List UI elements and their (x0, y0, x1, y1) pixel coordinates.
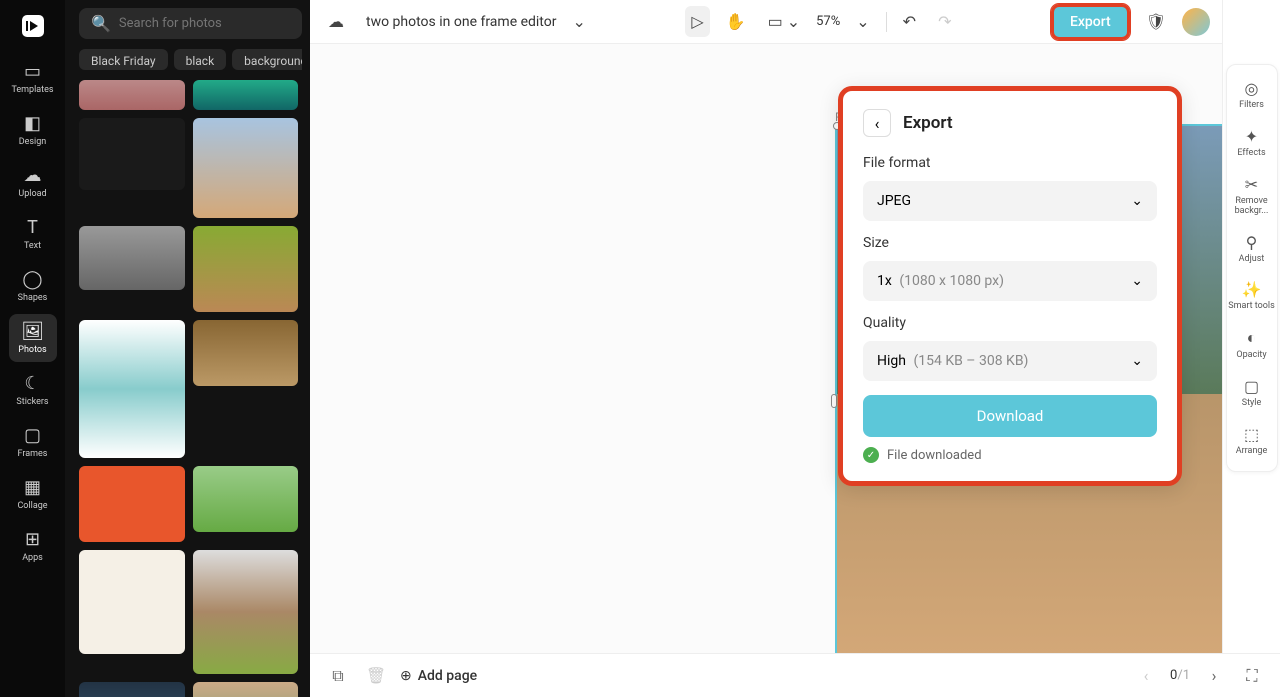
nav-apps[interactable]: ⊞Apps (9, 522, 57, 570)
hand-tool[interactable]: ✋ (720, 6, 752, 37)
photo-thumb[interactable] (79, 118, 185, 190)
tag-black[interactable]: black (174, 49, 227, 70)
frames-icon: ▢ (24, 425, 41, 446)
photo-thumb[interactable] (193, 682, 299, 697)
pages-icon[interactable]: ⧉ (324, 662, 352, 690)
stickers-icon: ☾ (24, 373, 40, 394)
rs-filters[interactable]: ◎Filters (1227, 71, 1277, 119)
export-button[interactable]: Export (1051, 4, 1130, 40)
search-input[interactable] (119, 16, 290, 31)
adjust-icon: ⚲ (1246, 233, 1258, 252)
rs-adjust[interactable]: ⚲Adjust (1227, 225, 1277, 273)
text-icon: T (27, 217, 38, 238)
add-page-button[interactable]: ⊕ Add page (400, 668, 477, 684)
photo-thumb[interactable] (193, 466, 299, 532)
filters-icon: ◎ (1245, 79, 1259, 98)
play-button[interactable]: ▷ (685, 6, 709, 37)
opacity-icon: ◐ (1247, 328, 1257, 348)
photo-thumb[interactable] (193, 320, 299, 386)
file-format-label: File format (863, 155, 1157, 171)
export-back-button[interactable]: ‹ (863, 109, 891, 137)
file-format-select[interactable]: JPEG ⌄ (863, 181, 1157, 221)
nav-upload[interactable]: ☁Upload (9, 158, 57, 206)
chevron-down-icon: ⌄ (1131, 353, 1143, 369)
download-status: File downloaded (887, 448, 982, 463)
apps-icon: ⊞ (25, 529, 40, 550)
rs-effects[interactable]: ✦Effects (1227, 119, 1277, 167)
nav-design[interactable]: ◧Design (9, 106, 57, 154)
chevron-down-icon: ⌄ (1131, 273, 1143, 289)
next-page-button[interactable]: › (1200, 662, 1228, 690)
export-panel: ‹ Export File format JPEG ⌄ Size 1x (108… (838, 86, 1182, 486)
prev-page-button: ‹ (1132, 662, 1160, 690)
nav-templates[interactable]: ▭Templates (9, 54, 57, 102)
collage-icon: ▦ (24, 477, 41, 498)
photo-thumb[interactable] (193, 80, 299, 110)
quality-label: Quality (863, 315, 1157, 331)
photo-thumb[interactable] (193, 226, 299, 312)
smart-tools-icon: ✨ (1242, 280, 1262, 299)
page-indicator: 0/1 (1170, 668, 1190, 683)
photo-thumb[interactable] (193, 550, 299, 674)
download-button[interactable]: Download (863, 395, 1157, 437)
delete-page-button: 🗑 (362, 662, 390, 690)
chevron-down-icon: ⌄ (1131, 193, 1143, 209)
nav-frames[interactable]: ▢Frames (9, 418, 57, 466)
doc-chevron-icon[interactable]: ⌄ (566, 6, 591, 37)
arrange-icon: ⬚ (1244, 425, 1259, 444)
photo-thumb[interactable] (79, 226, 185, 290)
nav-stickers[interactable]: ☾Stickers (9, 366, 57, 414)
photo-thumb[interactable] (79, 466, 185, 542)
rs-opacity[interactable]: ◐Opacity (1227, 320, 1277, 369)
tag-black-friday[interactable]: Black Friday (79, 49, 168, 70)
tag-background[interactable]: background (232, 49, 302, 70)
nav-collage[interactable]: ▦Collage (9, 470, 57, 518)
export-title: Export (903, 113, 953, 133)
rs-remove-bg[interactable]: ✂Remove backgr... (1227, 167, 1277, 225)
size-label: Size (863, 235, 1157, 251)
redo-button[interactable]: ↷ (932, 6, 957, 37)
upload-icon: ☁ (24, 165, 42, 186)
nav-photos[interactable]: 🖼Photos (9, 314, 57, 362)
remove-bg-icon: ✂ (1245, 175, 1258, 194)
check-icon: ✓ (863, 447, 879, 463)
rs-arrange[interactable]: ⬚Arrange (1227, 417, 1277, 465)
add-page-icon: ⊕ (400, 668, 412, 684)
divider (886, 12, 887, 32)
resize-tool[interactable]: ▭ ⌄ (762, 6, 807, 37)
search-box[interactable]: 🔍 (79, 8, 302, 39)
undo-button[interactable]: ↶ (897, 6, 922, 37)
resize-handle[interactable] (831, 394, 837, 408)
photo-thumb[interactable] (79, 550, 185, 654)
effects-icon: ✦ (1245, 127, 1258, 146)
zoom-level[interactable]: 57% (816, 14, 840, 29)
style-icon: ▢ (1244, 377, 1259, 396)
nav-shapes[interactable]: ◯Shapes (9, 262, 57, 310)
search-icon: 🔍 (91, 14, 111, 33)
design-icon: ◧ (24, 113, 41, 134)
zoom-chevron-icon[interactable]: ⌄ (850, 6, 875, 37)
quality-select[interactable]: High (154 KB – 308 KB) ⌄ (863, 341, 1157, 381)
user-avatar[interactable] (1182, 8, 1210, 36)
photos-icon: 🖼 (21, 321, 44, 342)
document-title[interactable]: two photos in one frame editor (366, 14, 556, 30)
shapes-icon: ◯ (22, 269, 42, 290)
rs-style[interactable]: ▢Style (1227, 369, 1277, 417)
photo-thumb[interactable] (79, 682, 185, 697)
shield-icon[interactable]: 🛡 (1140, 6, 1172, 37)
nav-text[interactable]: TText (9, 210, 57, 258)
templates-icon: ▭ (24, 61, 41, 82)
rs-smart-tools[interactable]: ✨Smart tools (1227, 272, 1277, 320)
photo-thumb[interactable] (79, 320, 185, 458)
photo-thumb[interactable] (79, 80, 185, 110)
app-logo[interactable] (9, 8, 57, 44)
cloud-sync-icon[interactable]: ☁ (322, 6, 350, 37)
fullscreen-button[interactable]: ⛶ (1238, 662, 1266, 690)
photo-thumb[interactable] (193, 118, 299, 218)
size-select[interactable]: 1x (1080 x 1080 px) ⌄ (863, 261, 1157, 301)
